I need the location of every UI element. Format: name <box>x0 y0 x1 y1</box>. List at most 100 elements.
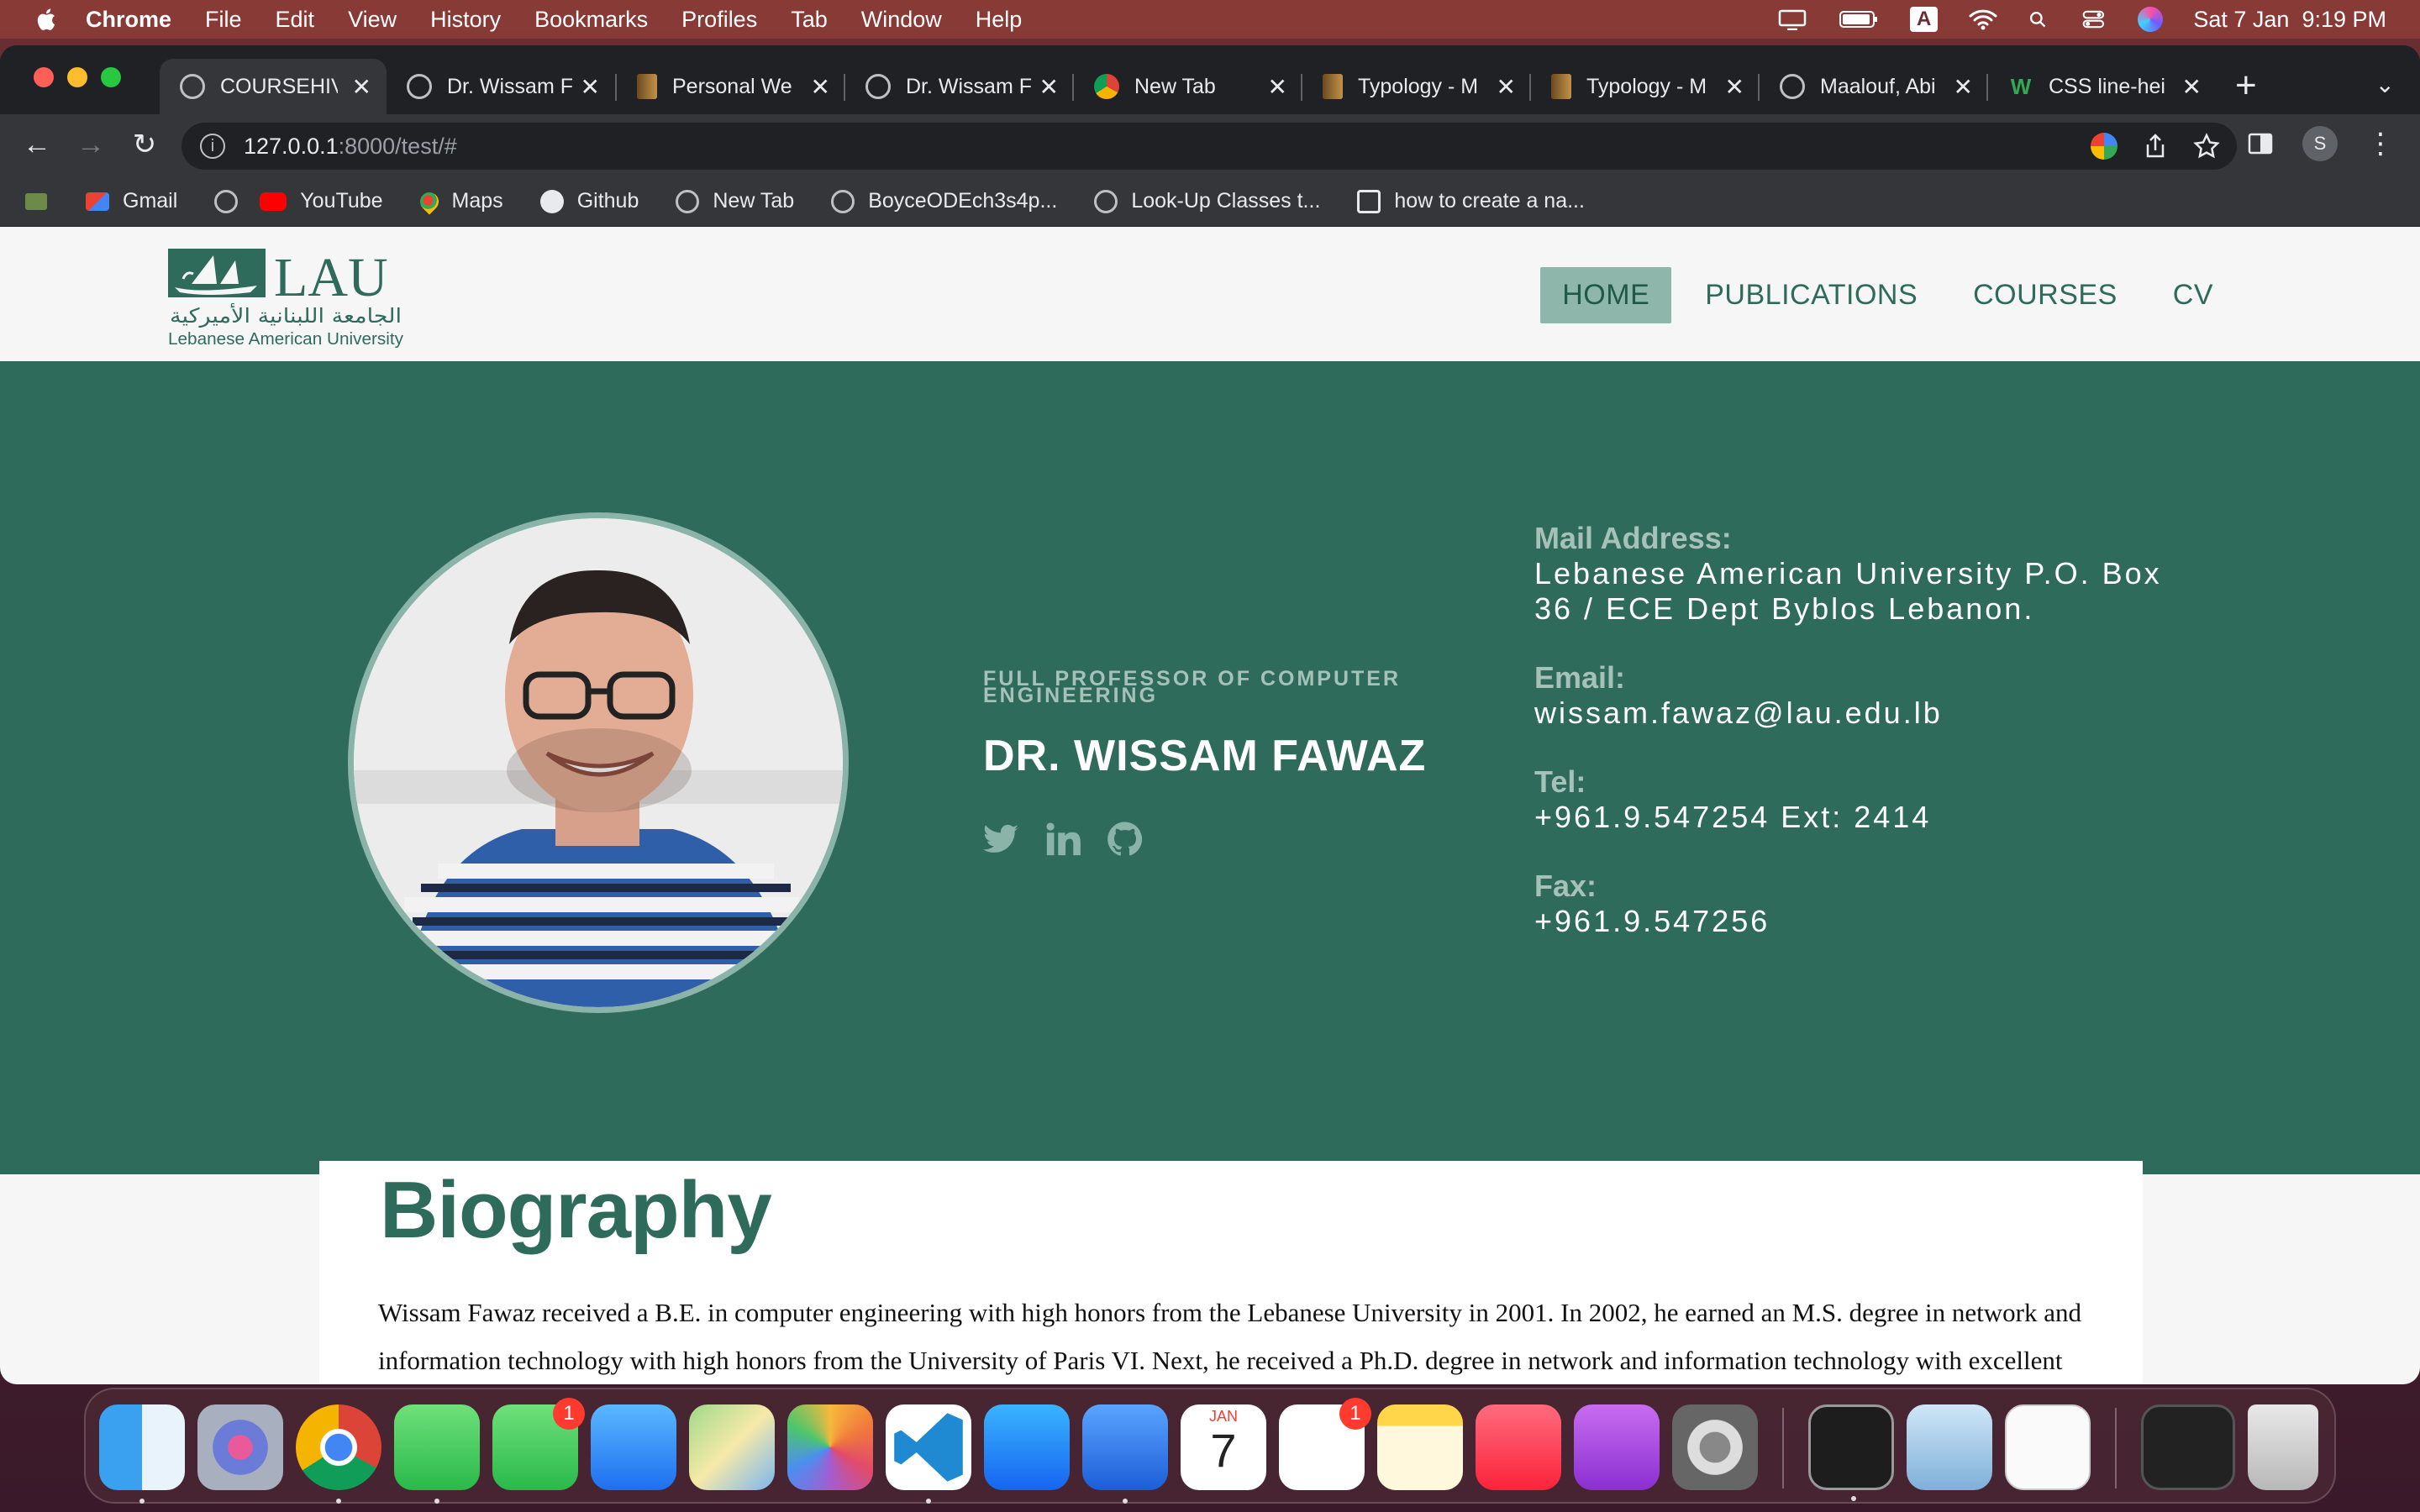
linkedin-icon[interactable] <box>1044 820 1082 858</box>
reminders-icon[interactable]: 1 <box>1279 1398 1371 1490</box>
system-settings-icon[interactable] <box>1672 1404 1758 1490</box>
trash-icon[interactable] <box>2248 1404 2318 1490</box>
email-value[interactable]: wissam.fawaz@lau.edu.lb <box>1534 696 2173 731</box>
lau-logo[interactable]: LAU الجامعة اللبنانية الأميركية Lebanese… <box>166 245 410 349</box>
battery-icon[interactable] <box>1838 8 1880 30</box>
new-tab-button[interactable]: + <box>2235 67 2257 104</box>
notes-icon[interactable] <box>1377 1404 1463 1490</box>
twitter-icon[interactable] <box>981 820 1020 858</box>
tab-search-chevron-icon[interactable]: ⌄ <box>2375 71 2395 98</box>
address-bar[interactable]: i 127.0.0.1:8000/test/# <box>182 123 2237 170</box>
podcasts-icon[interactable] <box>1574 1404 1660 1490</box>
photos-icon[interactable] <box>787 1404 873 1490</box>
running-indicator <box>336 1499 341 1504</box>
chrome-icon[interactable] <box>296 1404 381 1504</box>
tab-personal-website[interactable]: Personal We ✕ <box>617 59 845 114</box>
bookmark-github[interactable]: Github <box>539 189 639 213</box>
tab-new-tab[interactable]: New Tab ✕ <box>1074 59 1302 114</box>
bookmark-lookup-classes[interactable]: Look-Up Classes t... <box>1094 189 1320 213</box>
email-label: Email: <box>1534 660 1626 695</box>
nav-cv[interactable]: CV <box>2151 267 2235 323</box>
menu-help[interactable]: Help <box>976 7 1023 33</box>
calendar-icon[interactable]: JAN 7 <box>1181 1404 1266 1490</box>
menu-window[interactable]: Window <box>861 7 942 33</box>
minimize-window-button[interactable] <box>67 67 87 87</box>
tab-dr-wissam-1[interactable]: Dr. Wissam F ✕ <box>387 59 615 114</box>
menu-bar-clock[interactable]: Sat 7 Jan 9:19 PM <box>2193 7 2386 33</box>
input-source-icon[interactable]: A <box>1910 7 1939 32</box>
tab-coursehive[interactable]: COURSEHIVE ✕ <box>160 59 387 114</box>
close-tab-icon[interactable]: ✕ <box>581 73 600 101</box>
facetime-icon[interactable]: 1 <box>492 1398 585 1490</box>
close-tab-icon[interactable]: ✕ <box>2182 73 2202 101</box>
music-icon[interactable] <box>1476 1404 1561 1490</box>
vscode-icon[interactable] <box>886 1404 971 1504</box>
control-center-icon[interactable] <box>2082 8 2107 30</box>
nav-publications[interactable]: PUBLICATIONS <box>1683 267 1939 323</box>
tab-maalouf[interactable]: Maalouf, Abi ✕ <box>1760 59 1988 114</box>
bookmark-apps[interactable] <box>25 192 60 210</box>
apple-icon[interactable] <box>34 7 57 32</box>
forward-button[interactable]: → <box>72 126 109 163</box>
tab-typology-1[interactable]: Typology - M ✕ <box>1302 59 1531 114</box>
launchpad-icon[interactable] <box>197 1404 283 1490</box>
bookmark-youtube[interactable]: YouTube <box>260 189 383 213</box>
menu-app-name[interactable]: Chrome <box>86 7 171 33</box>
profile-avatar[interactable]: S <box>2302 126 2338 161</box>
back-button[interactable]: ← <box>18 126 55 163</box>
close-tab-icon[interactable]: ✕ <box>1268 73 1287 101</box>
textedit-icon[interactable] <box>2005 1404 2091 1490</box>
messages-icon[interactable] <box>394 1404 480 1504</box>
preview-icon[interactable] <box>1907 1404 1992 1490</box>
menu-bookmarks[interactable]: Bookmarks <box>534 7 648 33</box>
bookmark-how-to-create[interactable]: how to create a na... <box>1357 189 1585 213</box>
reload-button[interactable]: ↻ <box>126 126 163 163</box>
tab-typology-2[interactable]: Typology - M ✕ <box>1531 59 1760 114</box>
menu-profiles[interactable]: Profiles <box>681 7 757 33</box>
kebab-menu-icon[interactable]: ⋮ <box>2366 129 2395 158</box>
github-icon[interactable] <box>1106 820 1144 858</box>
tel-label: Tel: <box>1534 764 1586 799</box>
menu-history[interactable]: History <box>430 7 501 33</box>
gmail-icon <box>86 192 109 211</box>
bookmark-label: BoyceODEch3s4p... <box>868 189 1058 213</box>
bookmark-boyce[interactable]: BoyceODEch3s4p... <box>831 189 1057 213</box>
close-tab-icon[interactable]: ✕ <box>1039 73 1059 101</box>
bookmark-globe[interactable] <box>214 189 239 213</box>
tab-dr-wissam-2[interactable]: Dr. Wissam F ✕ <box>845 59 1074 114</box>
google-lens-icon[interactable] <box>2091 133 2118 160</box>
site-info-icon[interactable]: i <box>200 134 225 159</box>
xcode-icon[interactable] <box>1082 1404 1168 1504</box>
share-icon[interactable] <box>2143 133 2168 160</box>
bookmark-maps[interactable]: Maps <box>415 187 503 215</box>
app-store-icon[interactable] <box>984 1404 1070 1490</box>
close-tab-icon[interactable]: ✕ <box>1725 73 1744 101</box>
web-page: LAU الجامعة اللبنانية الأميركية Lebanese… <box>0 227 2420 1384</box>
screen-mirroring-icon[interactable] <box>1777 8 1807 30</box>
nav-home[interactable]: HOME <box>1540 267 1672 323</box>
menu-view[interactable]: View <box>348 7 397 33</box>
bookmark-new-tab[interactable]: New Tab <box>676 189 794 213</box>
close-tab-icon[interactable]: ✕ <box>1954 73 1973 101</box>
minimized-window-icon[interactable] <box>2141 1404 2235 1490</box>
bookmark-gmail[interactable]: Gmail <box>86 189 177 213</box>
menu-tab[interactable]: Tab <box>791 7 828 33</box>
spotlight-search-icon[interactable] <box>2028 8 2052 30</box>
close-tab-icon[interactable]: ✕ <box>1497 73 1516 101</box>
wifi-icon[interactable] <box>1968 8 1998 30</box>
close-tab-icon[interactable]: ✕ <box>811 73 830 101</box>
side-panel-icon[interactable] <box>2247 130 2274 157</box>
tab-css-line-height[interactable]: W CSS line-hei ✕ <box>1988 59 2217 114</box>
menu-edit[interactable]: Edit <box>276 7 315 33</box>
zoom-window-button[interactable] <box>101 67 121 87</box>
nav-courses[interactable]: COURSES <box>1951 267 2139 323</box>
terminal-icon[interactable] <box>1808 1404 1894 1501</box>
finder-icon[interactable] <box>99 1404 185 1504</box>
close-tab-icon[interactable]: ✕ <box>352 73 371 101</box>
maps-icon[interactable] <box>689 1404 775 1490</box>
mail-icon[interactable] <box>591 1404 676 1490</box>
close-window-button[interactable] <box>34 67 54 87</box>
bookmark-star-icon[interactable] <box>2193 133 2220 160</box>
menu-file[interactable]: File <box>205 7 242 33</box>
siri-icon[interactable] <box>2138 7 2164 32</box>
